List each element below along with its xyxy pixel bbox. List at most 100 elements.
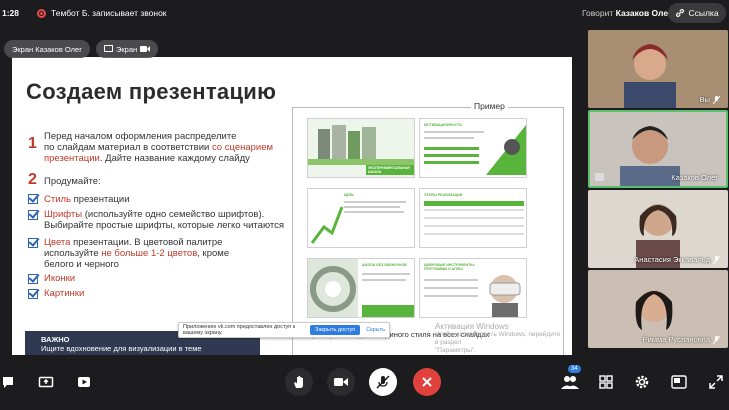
staircase-illustration — [308, 259, 358, 317]
example-thumbnail: ЭТАПЫ РЕАЛИЗАЦИИ — [419, 188, 527, 248]
participant-tile[interactable]: Римма Руслановна — [588, 270, 728, 348]
camera-icon — [140, 46, 151, 52]
example-thumbnail: ЭКСПЕРИМЕНТАЛЬНАЯ ШКОЛА — [307, 118, 415, 178]
item-colors-a: Цвета — [44, 237, 71, 248]
step1-line2: по слайдам материал в соответствии со сц… — [44, 142, 273, 153]
participants-count-badge: 34 — [568, 365, 581, 373]
participant-name-label: Вы — [699, 95, 710, 104]
top-bar: 1:28 Тембот Б. записывает звонок Говорит… — [0, 0, 729, 27]
item-colors-line3: белого и черного — [44, 259, 119, 270]
speaking-prefix: Говорит — [582, 8, 614, 18]
example-thumbnail: ШКОЛА БЕЗ ЗВОНОЧКОВ — [307, 258, 415, 318]
share-screen-icon[interactable] — [34, 370, 58, 394]
slide-title: Создаем презентацию — [26, 79, 277, 104]
item-fonts-line2: Выбирайте простые шрифты, которые легко … — [44, 220, 285, 231]
watermark-line2: Чтобы активировать Windows, перейдите в … — [435, 331, 561, 346]
checkbox-icon — [28, 238, 38, 248]
speaking-name: Казаков Олег — [615, 8, 672, 18]
media-icon[interactable] — [72, 370, 96, 394]
screen-pill-label: Экран — [116, 44, 138, 54]
stop-sharing-button[interactable]: Закрыть доступ — [310, 325, 361, 335]
presenter-pill-label: Экран Казаков Олег — [12, 44, 82, 54]
chat-icon[interactable] — [0, 370, 20, 394]
thumb4-title: ЭТАПЫ РЕАЛИЗАЦИИ — [424, 193, 463, 197]
participant-tile[interactable]: Анастасия Эккавальд — [588, 190, 728, 268]
link-button[interactable]: Ссылка — [668, 3, 726, 23]
mic-off-icon — [713, 335, 720, 344]
checkbox-icon — [28, 274, 38, 284]
example-thumbnail: МОТИВАЦИОННОСТЬ — [419, 118, 527, 178]
item-colors-line2: используйте не больше 1-2 цветов, кроме — [44, 248, 229, 259]
step1-line3a: презентации — [44, 153, 100, 164]
item-colors-line1: Цвета презентации. В цветовой палитре — [44, 237, 229, 248]
example-thumbnail: ЦИФРОВЫЕ ИНСТРУМЕНТЫ: ПРОГРАММЫ И АППЫ — [419, 258, 527, 318]
step1-line2b: со сценарием — [211, 142, 274, 153]
recording-icon — [37, 9, 46, 18]
link-label: Ссылка — [688, 8, 719, 18]
call-toolbar: 34 — [0, 355, 729, 410]
item-colors-2a: используйте — [44, 248, 102, 259]
participant-tile-active[interactable]: Казаков Олег — [588, 110, 728, 188]
step1-line2a: по слайдам материал в соответствии — [44, 142, 212, 153]
notice-text: Приложению vk.com предоставлен доступ к … — [183, 324, 296, 336]
thumb1-text: ЭКСПЕРИМЕНТАЛЬНАЯ ШКОЛА — [368, 166, 410, 174]
mic-off-icon — [376, 375, 390, 389]
person-illustration — [486, 125, 526, 175]
gear-icon[interactable] — [630, 370, 654, 394]
participant-name-label: Анастасия Эккавальд — [634, 255, 710, 264]
grid-view-icon[interactable] — [594, 370, 618, 394]
item-fonts-a: Шрифты — [44, 209, 83, 220]
item-colors-2c: , кроме — [197, 248, 230, 259]
windows-activation-watermark: Активация Windows Чтобы активировать Win… — [435, 323, 563, 355]
arrow-icon — [310, 206, 344, 244]
fullscreen-icon[interactable] — [704, 370, 728, 394]
recording-status: Тембот Б. записывает звонок — [51, 8, 167, 18]
example-label: Пример — [471, 101, 508, 111]
hide-notice-button[interactable]: Скрыть — [366, 327, 385, 333]
microphone-button[interactable] — [369, 368, 397, 396]
vk-call-window: 1:28 Тембот Б. записывает звонок Говорит… — [0, 0, 729, 410]
item-pictures: Картинки — [44, 288, 85, 299]
close-icon — [422, 377, 432, 387]
participants-icon[interactable]: 34 — [558, 365, 582, 394]
item-style-b: презентации — [71, 194, 130, 205]
item-icons: Иконки — [44, 273, 76, 284]
checkbox-icon — [28, 289, 38, 299]
item-colors-2b: не больше 1-2 цветов — [101, 248, 198, 259]
end-call-button[interactable] — [413, 368, 441, 396]
participant-name: Анастасия Эккавальд — [634, 255, 720, 264]
camera-button[interactable] — [327, 368, 355, 396]
mic-off-icon — [713, 95, 720, 104]
item-colors-b: презентации. В цветовой палитре — [70, 237, 223, 248]
raise-hand-button[interactable] — [285, 368, 313, 396]
presenter-pill: Экран Казаков Олег — [4, 40, 90, 58]
vr-headset-illustration — [489, 275, 521, 317]
checkbox-icon — [28, 194, 38, 204]
participant-tile[interactable]: Вы — [588, 30, 728, 108]
picture-in-picture-icon[interactable] — [667, 370, 691, 394]
example-thumbnail: ЦЕЛЬ — [307, 188, 415, 248]
participant-name: Вы — [700, 95, 720, 104]
video-camera-icon — [334, 378, 348, 386]
screen-pill[interactable]: Экран — [96, 40, 159, 58]
step-number: 1 — [28, 135, 37, 152]
screen-share-notice: Приложению vk.com предоставлен доступ к … — [178, 322, 390, 338]
step2-title: Продумайте: — [44, 176, 101, 187]
item-style: Стиль презентации — [44, 194, 130, 205]
screen-icon — [104, 45, 113, 52]
participant-name: Римма Руслановна — [643, 335, 720, 344]
step1-line3b: . Дайте название каждому слайду — [99, 153, 250, 164]
participant-name: Казаков Олег — [671, 173, 718, 182]
step1-line3: презентации. Дайте название каждому слай… — [44, 153, 273, 164]
item-fonts-line1: Шрифты (используйте одно семейство шрифт… — [44, 209, 284, 220]
thumb5-title: ШКОЛА БЕЗ ЗВОНОЧКОВ — [362, 263, 407, 267]
hand-icon — [294, 376, 303, 388]
screen-share-icon — [595, 173, 604, 181]
link-icon — [676, 9, 685, 17]
clock: 1:28 — [2, 8, 20, 18]
checkbox-icon — [28, 210, 38, 220]
item-style-a: Стиль — [44, 194, 72, 205]
thumb2-title: МОТИВАЦИОННОСТЬ — [424, 123, 462, 127]
thumb6-title: ЦИФРОВЫЕ ИНСТРУМЕНТЫ: ПРОГРАММЫ И АППЫ — [424, 263, 475, 271]
watermark-line1: Активация Windows — [435, 322, 509, 331]
